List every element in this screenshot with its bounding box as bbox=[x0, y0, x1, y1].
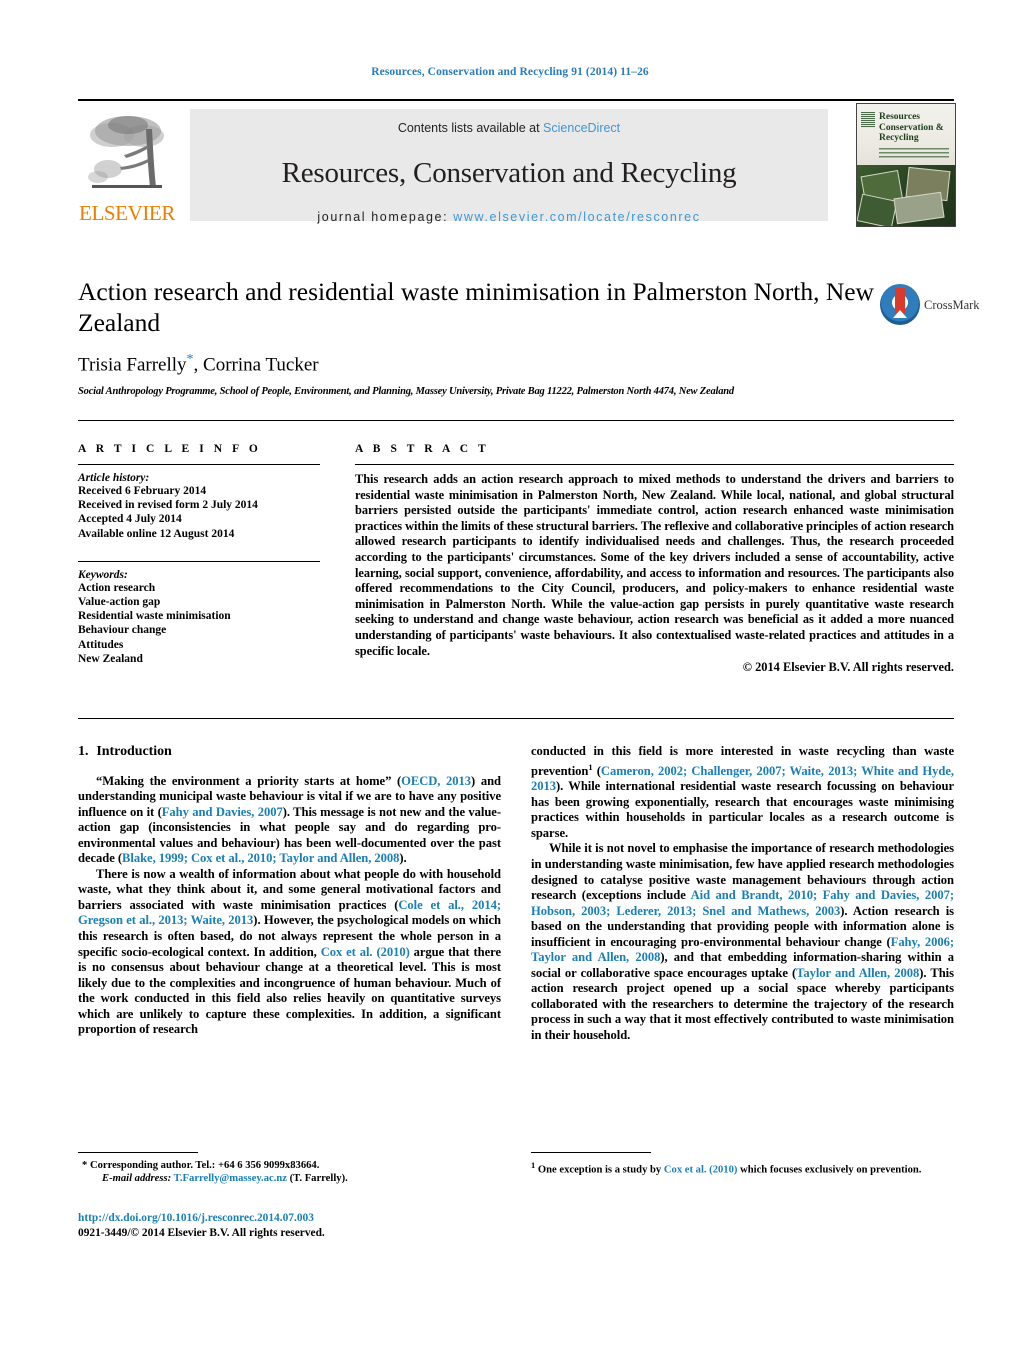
text-run: ( bbox=[592, 763, 601, 778]
contents-prefix: Contents lists available at bbox=[397, 121, 544, 135]
email-note: E-mail address: T.Farrelly@massey.ac.nz … bbox=[78, 1172, 501, 1185]
text-run: One exception is a study by bbox=[535, 1164, 664, 1176]
article-info-heading: A R T I C L E I N F O bbox=[78, 443, 262, 455]
abstract-rule bbox=[355, 464, 954, 465]
text-run: (T. Farrelly). bbox=[286, 1173, 348, 1184]
paragraph: There is now a wealth of information abo… bbox=[78, 867, 501, 1038]
cover-title-text: Resources Conservation & Recycling bbox=[879, 112, 944, 143]
abstract-heading: A B S T R A C T bbox=[355, 443, 490, 455]
page-title: Action research and residential waste mi… bbox=[78, 277, 874, 337]
footnote-rule bbox=[531, 1152, 651, 1153]
author-rest: , Corrina Tucker bbox=[193, 354, 319, 376]
footnote-block-left: * Corresponding author. Tel.: +64 6 356 … bbox=[78, 1152, 501, 1185]
abstract-text: This research adds an action research ap… bbox=[355, 472, 954, 658]
article-info-rule bbox=[78, 464, 320, 465]
crossmark-icon bbox=[880, 284, 920, 325]
citation-link[interactable]: Taylor and Allen, 2008 bbox=[796, 966, 919, 980]
journal-article-page: Resources, Conservation and Recycling 91… bbox=[0, 0, 1020, 1351]
paragraph: “Making the environment a priority start… bbox=[78, 774, 501, 867]
cover-elsevier-mark-icon bbox=[861, 112, 875, 128]
running-head: Resources, Conservation and Recycling 91… bbox=[371, 66, 649, 78]
crossmark-badge[interactable]: CrossMark bbox=[880, 284, 980, 328]
paragraph: While it is not novel to emphasise the i… bbox=[531, 841, 954, 1043]
elsevier-tree-icon bbox=[84, 109, 170, 197]
elsevier-logo: ELSEVIER bbox=[78, 109, 176, 227]
journal-title: Resources, Conservation and Recycling bbox=[281, 157, 737, 189]
cover-photo-4 bbox=[893, 191, 945, 225]
keyword-item: Attitudes bbox=[78, 638, 124, 651]
issn-copyright-line: 0921-3449/© 2014 Elsevier B.V. All right… bbox=[78, 1226, 325, 1239]
author-first: Trisia Farrelly bbox=[78, 354, 187, 376]
section-title: Introduction bbox=[96, 744, 172, 759]
email-link[interactable]: T.Farrelly@massey.ac.nz bbox=[174, 1173, 287, 1184]
keyword-item: Behaviour change bbox=[78, 624, 167, 637]
affiliation: Social Anthropology Programme, School of… bbox=[78, 386, 734, 398]
footnote-1: 1 One exception is a study by Cox et al.… bbox=[531, 1159, 954, 1177]
text-run: ). bbox=[399, 851, 407, 866]
section-heading-introduction: 1. Introduction bbox=[78, 744, 501, 760]
article-history-label: Article history: bbox=[78, 472, 150, 484]
abstract-column: A B S T R A C T This research adds an ac… bbox=[355, 443, 954, 675]
body-divider bbox=[78, 718, 954, 719]
text-run: “Making the environment a priority start… bbox=[96, 773, 402, 788]
author-list: Trisia Farrelly*, Corrina Tucker bbox=[78, 352, 878, 376]
crossmark-chevron-icon bbox=[893, 310, 907, 318]
keyword-item: New Zealand bbox=[78, 652, 143, 665]
header-divider bbox=[78, 420, 954, 421]
cover-photo-collage bbox=[857, 165, 955, 226]
keyword-item: Action research bbox=[78, 581, 156, 594]
cover-subtitle-lines bbox=[879, 148, 949, 158]
body-column-right: conducted in this field is more interest… bbox=[531, 744, 954, 1044]
crossmark-label: CrossMark bbox=[924, 298, 980, 312]
citation-link[interactable]: Cox et al. (2010) bbox=[321, 945, 410, 959]
sciencedirect-link[interactable]: ScienceDirect bbox=[543, 121, 620, 135]
corresponding-author-marker: * bbox=[186, 352, 194, 367]
text-run: Corresponding author. Tel.: +64 6 356 90… bbox=[87, 1160, 320, 1171]
doi-link[interactable]: http://dx.doi.org/10.1016/j.resconrec.20… bbox=[78, 1211, 578, 1226]
keywords-label: Keywords: bbox=[78, 568, 128, 581]
article-history-item: Received 6 February 2014 bbox=[78, 485, 207, 497]
article-history-item: Accepted 4 July 2014 bbox=[78, 513, 182, 526]
text-run: ). While international residential waste… bbox=[531, 779, 954, 840]
email-label: E-mail address: bbox=[102, 1173, 172, 1184]
keyword-item: Residential waste minimisation bbox=[78, 610, 231, 623]
paragraph: conducted in this field is more interest… bbox=[531, 744, 954, 841]
footnote-block-right: 1 One exception is a study by Cox et al.… bbox=[531, 1152, 954, 1177]
journal-homepage-line: journal homepage: www.elsevier.com/locat… bbox=[190, 210, 828, 224]
homepage-label: journal homepage: bbox=[317, 210, 454, 224]
footnote-rule bbox=[78, 1152, 198, 1153]
homepage-url-link[interactable]: www.elsevier.com/locate/resconrec bbox=[453, 210, 700, 224]
text-run: which focuses exclusively on prevention. bbox=[737, 1164, 922, 1176]
keywords-rule bbox=[78, 560, 320, 562]
section-number: 1. bbox=[78, 744, 89, 759]
keywords-block: Keywords: Action research Value-action g… bbox=[78, 560, 320, 666]
article-history-item: Received in revised form 2 July 2014 bbox=[78, 499, 258, 512]
journal-masthead: ELSEVIER Contents lists available at Sci… bbox=[78, 99, 956, 229]
title-block: Action research and residential waste mi… bbox=[78, 276, 878, 397]
article-info-column: A R T I C L E I N F O Article history: R… bbox=[78, 443, 320, 666]
corresponding-author-note: * Corresponding author. Tel.: +64 6 356 … bbox=[78, 1159, 501, 1172]
imprint-block: http://dx.doi.org/10.1016/j.resconrec.20… bbox=[78, 1211, 578, 1240]
copyright-line: © 2014 Elsevier B.V. All rights reserved… bbox=[742, 660, 954, 675]
citation-link[interactable]: Blake, 1999; Cox et al., 2010; Taylor an… bbox=[122, 851, 399, 865]
body-column-left: 1. Introduction “Making the environment a… bbox=[78, 744, 501, 1038]
citation-link[interactable]: OECD, 2013 bbox=[401, 774, 471, 788]
elsevier-wordmark: ELSEVIER bbox=[79, 201, 175, 225]
citation-link[interactable]: Cox et al. (2010) bbox=[664, 1165, 738, 1176]
journal-cover-thumbnail: Resources Conservation & Recycling bbox=[856, 103, 956, 227]
keyword-item: Value-action gap bbox=[78, 596, 161, 609]
article-history-item: Available online 12 August 2014 bbox=[78, 527, 235, 540]
citation-link[interactable]: Fahy and Davies, 2007 bbox=[162, 805, 283, 819]
contents-available-line: Contents lists available at ScienceDirec… bbox=[190, 121, 828, 135]
journal-band: Contents lists available at ScienceDirec… bbox=[190, 109, 828, 224]
